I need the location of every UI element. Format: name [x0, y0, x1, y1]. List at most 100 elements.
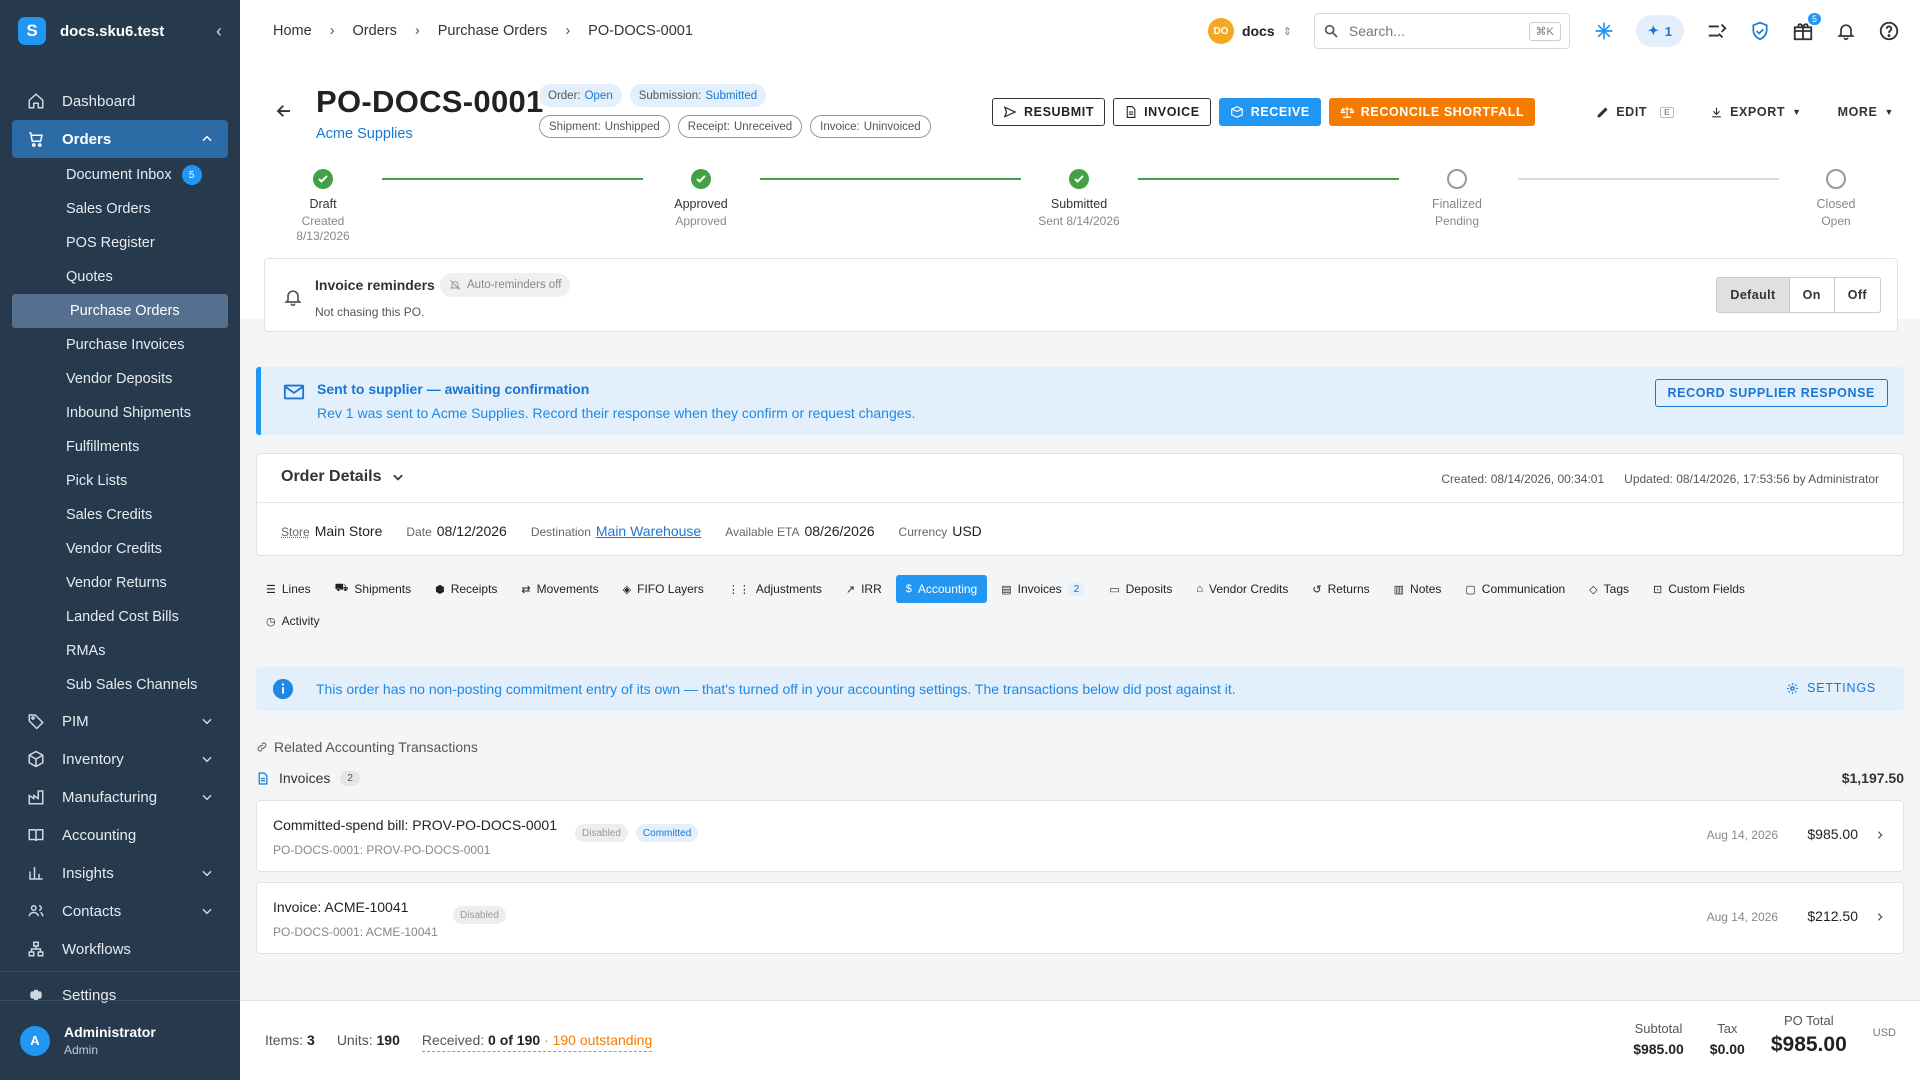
sidebar-subitem-purchase-orders[interactable]: Purchase Orders — [12, 294, 228, 328]
sidebar-subitem-fulfillments[interactable]: Fulfillments — [0, 430, 240, 464]
breadcrumb-purchase-orders[interactable]: Purchase Orders — [438, 23, 548, 39]
tab-lines[interactable]: ☰ Lines — [256, 575, 321, 603]
disabled-tag: Disabled — [453, 906, 506, 924]
sidebar-item-workflows[interactable]: Workflows — [0, 930, 240, 968]
accounting-settings-button[interactable]: SETTINGS — [1786, 681, 1876, 695]
sidebar-item-accounting[interactable]: Accounting — [0, 816, 240, 854]
reconcile-shortfall-button[interactable]: RECONCILE SHORTFALL — [1328, 98, 1536, 126]
back-arrow-icon[interactable] — [275, 102, 293, 120]
sidebar-nav: Dashboard Orders Document Inbox 5 Sales O… — [0, 62, 240, 1014]
destination-link[interactable]: Main Warehouse — [596, 523, 701, 539]
app-logo[interactable]: S — [18, 17, 46, 45]
sidebar-subitem-vendor-deposits[interactable]: Vendor Deposits — [0, 362, 240, 396]
tab-activity[interactable]: ◷ Activity — [256, 607, 330, 635]
edit-button[interactable]: EDIT E — [1596, 98, 1675, 126]
snowflake-icon[interactable] — [1594, 21, 1614, 41]
shield-icon[interactable] — [1750, 20, 1770, 42]
sidebar-subitem-quotes[interactable]: Quotes — [0, 260, 240, 294]
tab-tags[interactable]: ◇ Tags — [1579, 575, 1639, 603]
sidebar-item-insights[interactable]: Insights — [0, 854, 240, 892]
resubmit-button[interactable]: RESUBMIT — [992, 98, 1106, 126]
transaction-tags: Disabled — [453, 906, 506, 924]
bell-icon[interactable] — [1836, 20, 1856, 42]
tab-movements[interactable]: ⇄ Movements — [511, 575, 608, 603]
status-chips: Order: Open Submission: Submitted Shipment… — [539, 84, 931, 138]
breadcrumb-orders[interactable]: Orders — [353, 23, 397, 39]
more-button[interactable]: MORE ▼ — [1838, 98, 1894, 126]
sidebar-subitem-vendor-credits[interactable]: Vendor Credits — [0, 532, 240, 566]
order-details-toggle[interactable]: Order Details — [281, 468, 405, 486]
receive-button[interactable]: RECEIVE — [1218, 98, 1321, 126]
tab-receipts[interactable]: ⬢ Receipts — [425, 575, 507, 603]
sidebar-subitem-rmas[interactable]: RMAs — [0, 634, 240, 668]
tab-label: Lines — [281, 582, 311, 596]
tab-accounting[interactable]: $ Accounting — [895, 575, 988, 603]
sidebar-subitem-inbound-shipments[interactable]: Inbound Shipments — [0, 396, 240, 430]
sidebar-subitem-sales-credits[interactable]: Sales Credits — [0, 498, 240, 532]
sidebar-subitem-sales-orders[interactable]: Sales Orders — [0, 192, 240, 226]
transaction-reference: PO-DOCS-0001: PROV-PO-DOCS-0001 — [273, 843, 491, 857]
tab-label: Vendor Credits — [1208, 582, 1289, 596]
step-title: Draft — [309, 197, 337, 211]
gift-icon[interactable]: 5 — [1792, 13, 1821, 42]
step-connector — [1518, 178, 1779, 180]
tab-custom-fields[interactable]: ⊡ Custom Fields — [1643, 575, 1755, 603]
sidebar-item-contacts[interactable]: Contacts — [0, 892, 240, 930]
sidebar-subitem-pick-lists[interactable]: Pick Lists — [0, 464, 240, 498]
tab-communication[interactable]: ▢ Communication — [1455, 575, 1575, 603]
sidebar-subitem-purchase-invoices[interactable]: Purchase Invoices — [0, 328, 240, 362]
field-label: Available ETA — [725, 525, 800, 539]
sidebar-subitem-landed-cost-bills[interactable]: Landed Cost Bills — [0, 600, 240, 634]
tab-irr[interactable]: ↗ IRR — [836, 575, 892, 603]
tab-vendor-credits[interactable]: ⌂ Vendor Credits — [1186, 575, 1298, 603]
cash-icon: ▭ — [1109, 583, 1120, 596]
sidebar-item-inventory[interactable]: Inventory — [0, 740, 240, 778]
help-icon[interactable] — [1878, 20, 1900, 42]
tab-returns[interactable]: ↺ Returns — [1302, 575, 1379, 603]
reminders-off-option[interactable]: Off — [1833, 278, 1880, 312]
transaction-row[interactable]: Committed-spend bill: PROV-PO-DOCS-0001 … — [256, 800, 1904, 872]
record-supplier-response-button[interactable]: RECORD SUPPLIER RESPONSE — [1654, 379, 1888, 407]
tab-fifo-layers[interactable]: ◈ FIFO Layers — [613, 575, 714, 603]
sidebar-item-label: Orders — [62, 130, 112, 148]
user-menu[interactable]: A Administrator Admin — [0, 1000, 240, 1080]
sidebar-item-label: Manufacturing — [62, 788, 158, 806]
vendor-link[interactable]: Acme Supplies — [316, 126, 413, 142]
field-label: Destination — [530, 525, 591, 539]
sidebar-subitem-pos-register[interactable]: POS Register — [0, 226, 240, 260]
sidebar-item-manufacturing[interactable]: Manufacturing — [0, 778, 240, 816]
tab-invoices[interactable]: ▤ Invoices 2 — [991, 575, 1095, 603]
sidebar-subitem-vendor-returns[interactable]: Vendor Returns — [0, 566, 240, 600]
reminders-on-option[interactable]: On — [1788, 278, 1834, 312]
tab-shipments[interactable]: ⛟ Shipments — [325, 575, 422, 603]
tab-notes[interactable]: ▥ Notes — [1384, 575, 1452, 603]
search-input[interactable]: Search... ⌘K — [1313, 13, 1570, 49]
box-icon: ⬢ — [435, 583, 445, 596]
breadcrumb: Home › Orders › Purchase Orders › PO-DOC… — [273, 23, 1208, 39]
reminders-default-option[interactable]: Default — [1717, 278, 1789, 312]
tab-label: Communication — [1481, 582, 1566, 596]
tab-label: IRR — [861, 582, 882, 596]
document-icon: ▤ — [1001, 583, 1012, 596]
sidebar-item-dashboard[interactable]: Dashboard — [0, 82, 240, 120]
tab-adjustments[interactable]: ⋮⋮ Adjustments — [718, 575, 832, 603]
shuffle-icon[interactable] — [1706, 20, 1728, 42]
sidebar-subitem-sub-sales-channels[interactable]: Sub Sales Channels — [0, 668, 240, 702]
sidebar-subitem-document-inbox[interactable]: Document Inbox 5 — [0, 158, 240, 192]
invoice-button[interactable]: INVOICE — [1113, 98, 1211, 126]
ai-assistant-button[interactable]: ✦ 1 — [1635, 15, 1684, 47]
breadcrumb-home[interactable]: Home — [273, 23, 312, 39]
field-value: 08/26/2026 — [804, 523, 875, 539]
org-name: docs — [1241, 23, 1275, 39]
received-stat[interactable]: Received: 0 of 190 · 190 outstanding — [421, 1032, 653, 1052]
sidebar-item-pim[interactable]: PIM — [0, 702, 240, 740]
list-icon: ☰ — [266, 583, 276, 596]
sidebar-item-orders[interactable]: Orders — [12, 120, 228, 158]
chip-key: Shipment: — [549, 120, 601, 133]
collapse-sidebar-icon[interactable]: ‹ — [216, 21, 222, 42]
tab-deposits[interactable]: ▭ Deposits — [1099, 575, 1182, 603]
org-switcher[interactable]: DO docs ⇕ — [1207, 18, 1292, 44]
transaction-row[interactable]: Invoice: ACME-10041 PO-DOCS-0001: ACME-1… — [256, 882, 1904, 954]
export-button[interactable]: EXPORT ▼ — [1710, 98, 1802, 126]
created-timestamp: Created: 08/14/2026, 00:34:01 — [1441, 472, 1605, 486]
